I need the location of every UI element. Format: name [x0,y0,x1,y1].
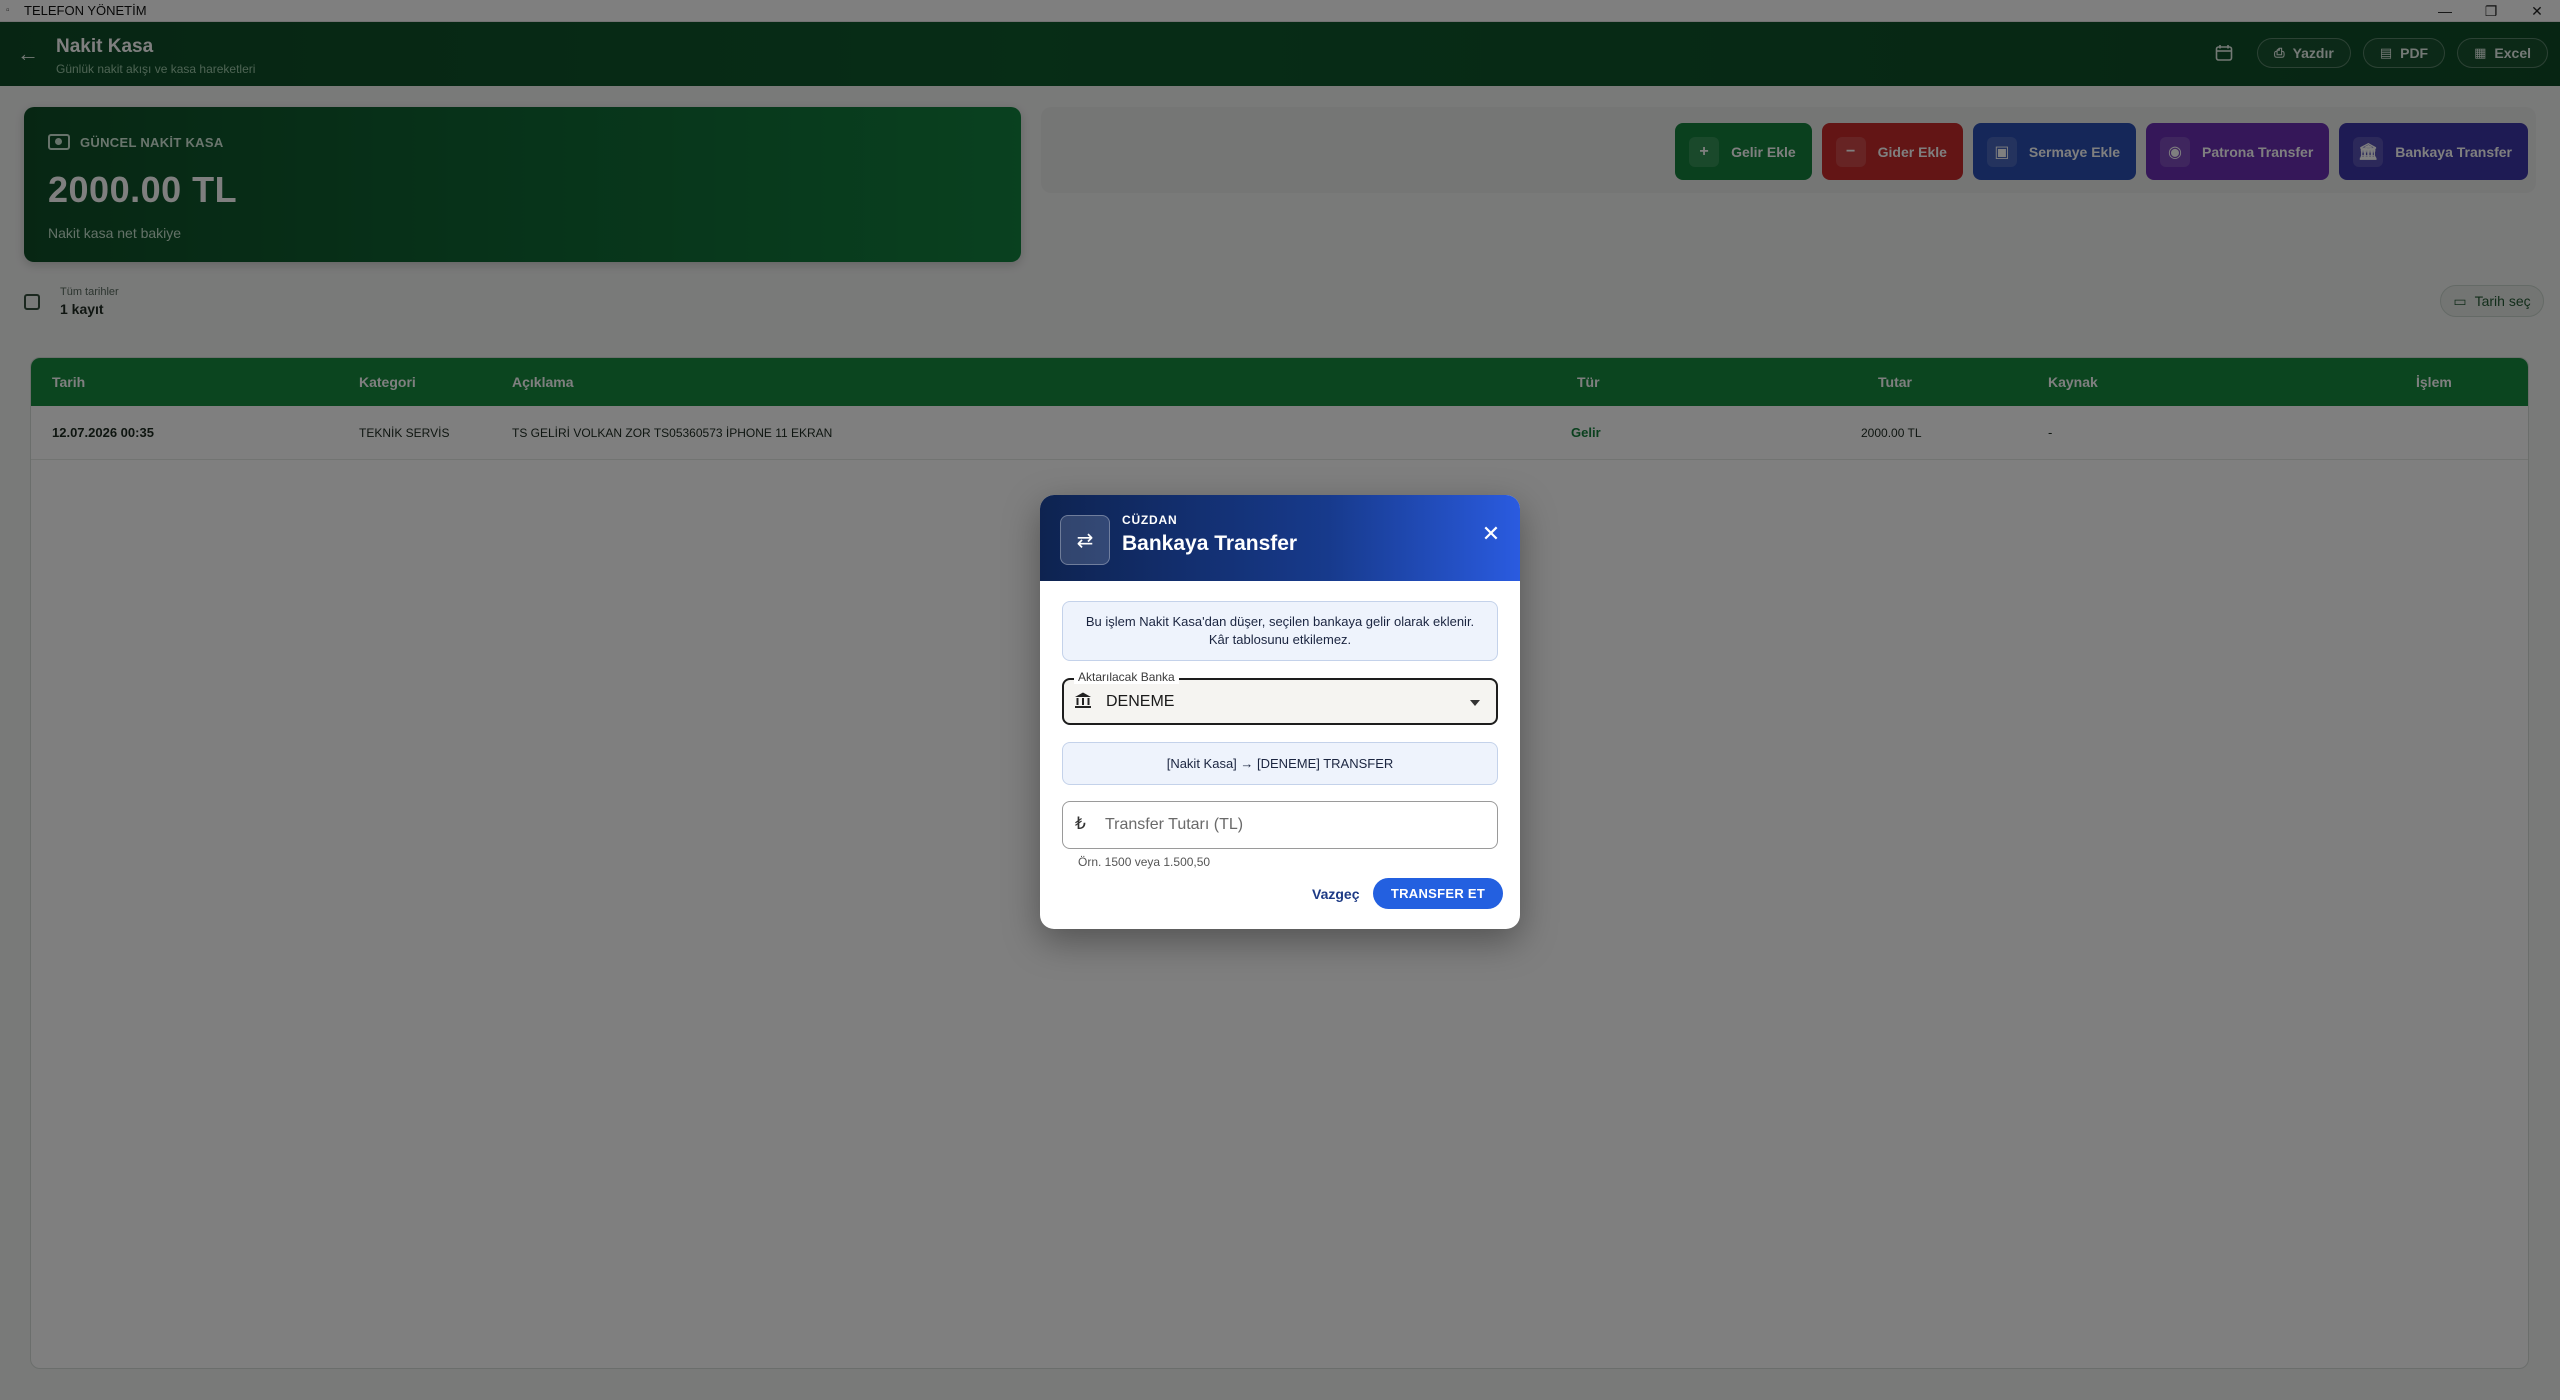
amount-hint: Örn. 1500 veya 1.500,50 [1078,855,1211,869]
bank-transfer-dialog: ⇄ CÜZDAN Bankaya Transfer ✕ Bu işlem Nak… [1040,495,1520,929]
dialog-header: ⇄ CÜZDAN Bankaya Transfer ✕ [1040,495,1520,581]
bank-select[interactable]: Aktarılacak Banka DENEME [1062,670,1498,725]
info-box: Bu işlem Nakit Kasa'dan düşer, seçilen b… [1062,601,1498,661]
transfer-preview: [Nakit Kasa] → [DENEME] TRANSFER [1062,742,1498,785]
bank-select-label: Aktarılacak Banka [1074,670,1179,684]
close-icon[interactable]: ✕ [1478,521,1504,547]
amount-field[interactable]: ₺ [1062,801,1498,849]
bank-icon [1074,691,1092,714]
info-line-2: Kâr tablosunu etkilemez. [1208,632,1352,647]
swap-arrows-icon: ⇄ [1060,515,1110,565]
bank-select-value: DENEME [1106,693,1175,710]
chevron-down-icon [1470,700,1480,706]
transfer-submit-button[interactable]: TRANSFER ET [1373,878,1503,909]
lira-icon: ₺ [1075,814,1086,833]
dialog-kicker: CÜZDAN [1122,513,1178,527]
info-line-1: Bu işlem Nakit Kasa'dan düşer, seçilen b… [1085,614,1475,629]
amount-input[interactable] [1105,812,1485,838]
dialog-title: Bankaya Transfer [1122,532,1298,555]
cancel-button[interactable]: Vazgeç [1304,879,1367,909]
